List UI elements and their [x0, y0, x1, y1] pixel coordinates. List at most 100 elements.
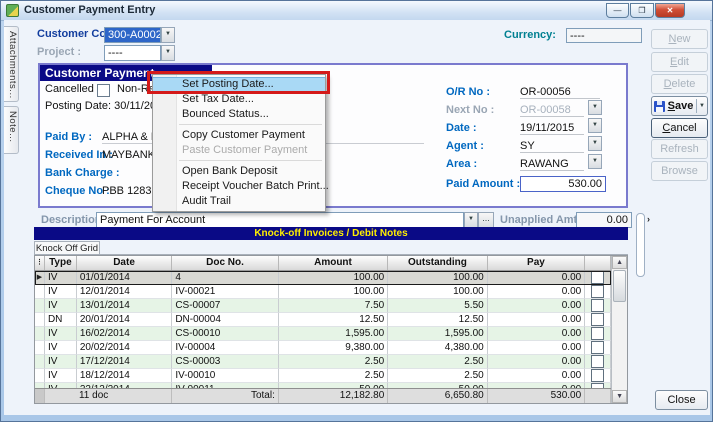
description-dropdown-icon[interactable]: ▼ [464, 212, 478, 228]
table-row[interactable]: IV18/12/2014IV-000102.502.500.00 [35, 369, 611, 383]
side-tab-note[interactable]: Note... [4, 106, 19, 154]
dropdown-icon[interactable]: ▼ [588, 154, 602, 169]
knockoff-banner: Knock-off Invoices / Debit Notes [34, 227, 628, 240]
close-window-button[interactable]: ✕ [655, 3, 685, 18]
footer-total-amount: 12,182.80 [279, 389, 388, 403]
table-row[interactable]: ▶IV01/01/20144100.00100.000.00 [35, 271, 611, 285]
cell-type: IV [45, 355, 77, 369]
footer-total-pay: 530.00 [488, 389, 585, 403]
save-button[interactable]: Save▼ [651, 96, 708, 116]
side-tab-attachments[interactable]: Attachments... [4, 26, 19, 102]
field-label: Next No : [446, 104, 520, 116]
table-row[interactable]: IV13/01/2014CS-000077.505.500.00 [35, 299, 611, 313]
row-indicator [35, 341, 45, 355]
delete-button: Delete [651, 74, 708, 94]
column-header-outstanding[interactable]: Outstanding [388, 256, 488, 270]
cell-type: DN [45, 313, 77, 327]
field-row-received-in: Received In :MAYBANK [45, 149, 155, 166]
grid-scrollbar[interactable]: ▲ ▼ [611, 256, 627, 403]
footer-indicator [35, 389, 45, 403]
column-header-pay[interactable]: Pay [488, 256, 586, 270]
currency-field[interactable]: ---- [566, 28, 642, 43]
dropdown-icon[interactable]: ▼ [588, 136, 602, 151]
knockoff-checkbox[interactable] [591, 341, 604, 354]
customer-code-dropdown-icon[interactable]: ▼ [161, 27, 175, 43]
menu-item-set-posting-date[interactable]: Set Posting Date... [153, 77, 325, 92]
row-indicator [35, 299, 45, 313]
cancelled-checkbox[interactable] [97, 84, 110, 97]
cell-doc-no: IV-00021 [172, 285, 278, 299]
cell-doc-no: 4 [172, 271, 278, 285]
panel-splitter-handle[interactable] [636, 213, 645, 277]
knockoff-checkbox[interactable] [591, 369, 604, 382]
field-value[interactable]: SY [520, 140, 584, 153]
project-dropdown-icon[interactable]: ▼ [161, 45, 175, 61]
field-label: Bank Charge : [45, 167, 102, 179]
cell-pay: 0.00 [488, 313, 586, 327]
table-row[interactable]: IV17/12/2014CS-000032.502.500.00 [35, 355, 611, 369]
row-indicator [35, 369, 45, 383]
save-label: Save [665, 97, 696, 115]
footer-total-outstanding: 6,650.80 [388, 389, 487, 403]
field-value[interactable]: RAWANG [520, 158, 584, 171]
close-button[interactable]: Close [655, 390, 708, 410]
description-input[interactable]: Payment For Account [96, 212, 464, 228]
cell-checkbox [585, 299, 611, 313]
cell-pay: 0.00 [488, 327, 586, 341]
project-input[interactable]: ---- [104, 45, 161, 61]
cell-checkbox [585, 355, 611, 369]
column-header-docno[interactable]: Doc No. [172, 256, 278, 270]
column-header-amount[interactable]: Amount [279, 256, 388, 270]
menu-item-audit-trail[interactable]: Audit Trail [153, 194, 325, 209]
field-value[interactable]: MAYBANK [102, 149, 155, 161]
edit-button: Edit [651, 52, 708, 72]
field-row-paid-amount: Paid Amount :530.00 [446, 174, 606, 190]
knockoff-checkbox[interactable] [591, 355, 604, 368]
knockoff-checkbox[interactable] [591, 271, 604, 284]
scrollbar-thumb[interactable] [613, 270, 626, 302]
menu-item-set-tax-date[interactable]: Set Tax Date... [153, 92, 325, 107]
tab-knock-off-grid[interactable]: Knock Off Grid [34, 241, 100, 255]
cell-checkbox [585, 327, 611, 341]
save-dropdown-icon[interactable]: ▼ [699, 97, 705, 115]
menu-item-bounced-status[interactable]: Bounced Status... [153, 107, 325, 122]
client-area: Attachments...Note... Customer Code: 300… [4, 20, 710, 415]
field-value[interactable]: OR-00058 [520, 104, 584, 117]
cell-checkbox [585, 369, 611, 383]
menu-item-open-bank-deposit[interactable]: Open Bank Deposit [153, 164, 325, 179]
cell-type: IV [45, 369, 77, 383]
menu-item-receipt-voucher-batch-print[interactable]: Receipt Voucher Batch Print... [153, 179, 325, 194]
row-indicator [35, 285, 45, 299]
table-row[interactable]: DN20/01/2014DN-0000412.5012.500.00 [35, 313, 611, 327]
description-ellipsis-button[interactable]: ... [478, 212, 494, 228]
cancel-button[interactable]: Cancel [651, 118, 708, 138]
dropdown-icon[interactable]: ▼ [588, 118, 602, 133]
field-label: O/R No : [446, 86, 520, 98]
field-value[interactable]: 19/11/2015 [520, 122, 584, 135]
table-row[interactable]: IV12/01/2014IV-00021100.00100.000.00 [35, 285, 611, 299]
knockoff-checkbox[interactable] [591, 285, 604, 298]
customer-code-input[interactable]: 300-A0002 [104, 27, 161, 43]
new-button: New [651, 29, 708, 49]
knockoff-checkbox[interactable] [591, 299, 604, 312]
column-header-type[interactable]: Type [45, 256, 77, 270]
cell-pay: 0.00 [488, 369, 586, 383]
scroll-up-icon[interactable]: ▲ [612, 256, 627, 269]
table-row[interactable]: IV20/02/2014IV-000049,380.004,380.000.00 [35, 341, 611, 355]
column-header-date[interactable]: Date [77, 256, 173, 270]
cell-outstanding: 100.00 [388, 271, 487, 285]
expand-chevron-icon[interactable]: › [647, 214, 650, 224]
knockoff-checkbox[interactable] [591, 313, 604, 326]
dropdown-icon[interactable]: ▼ [588, 100, 602, 115]
cell-amount: 1,595.00 [279, 327, 388, 341]
minimize-button[interactable]: — [606, 3, 629, 18]
or-field-group: O/R No :OR-00056Next No :OR-00058▼Date :… [446, 82, 626, 202]
cell-pay: 0.00 [488, 285, 586, 299]
maximize-button[interactable]: ❐ [630, 3, 654, 18]
titlebar[interactable]: Customer Payment Entry — ❐ ✕ [1, 1, 712, 21]
scroll-down-icon[interactable]: ▼ [612, 390, 627, 403]
knockoff-checkbox[interactable] [591, 327, 604, 340]
menu-item-copy-customer-payment[interactable]: Copy Customer Payment [153, 128, 325, 143]
table-row[interactable]: IV16/02/2014CS-000101,595.001,595.000.00 [35, 327, 611, 341]
paid-amount-input[interactable]: 530.00 [520, 176, 606, 192]
